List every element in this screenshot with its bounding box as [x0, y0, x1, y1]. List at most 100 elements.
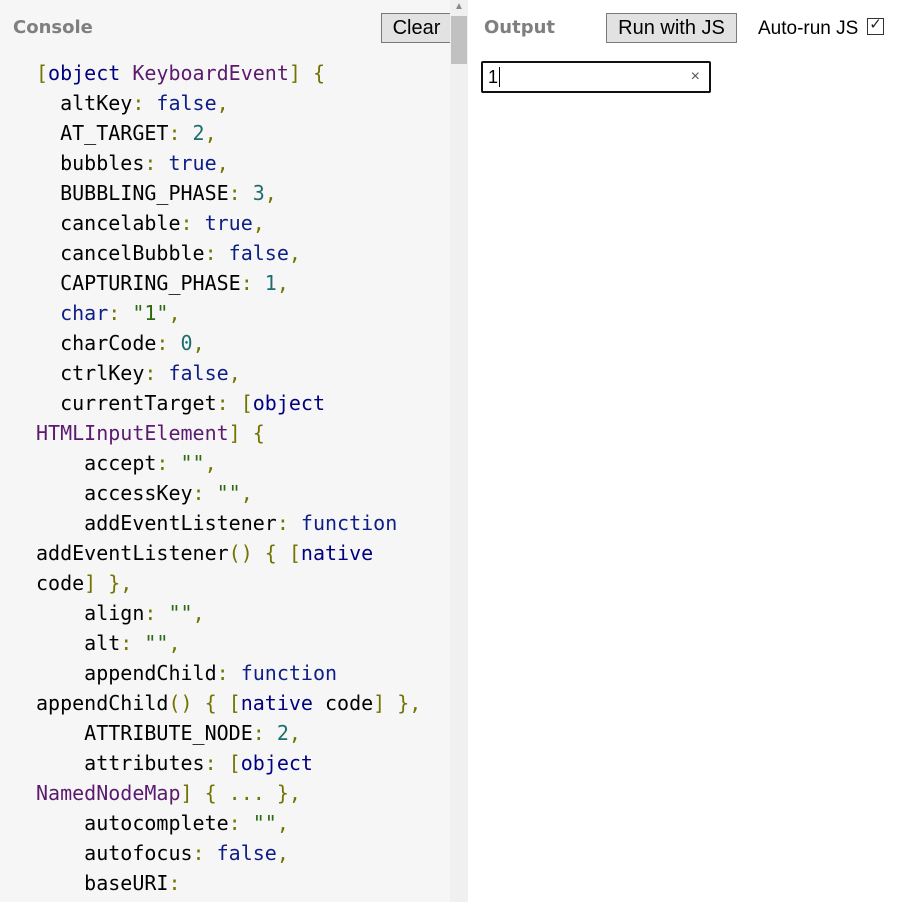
console-token: : — [168, 121, 193, 145]
console-title: Console — [13, 17, 93, 38]
scroll-thumb[interactable] — [451, 16, 467, 64]
console-line: addEventListener: function — [36, 511, 397, 535]
scroll-up-arrow-icon[interactable]: ▲ — [453, 2, 465, 12]
console-token: addEventListener — [36, 541, 229, 565]
console-token: code — [312, 691, 374, 715]
console-token: 2 — [192, 121, 205, 145]
console-line: charCode: 0, — [36, 331, 205, 355]
console-token: appendChild — [36, 691, 169, 715]
console-line: alt: "", — [36, 631, 181, 655]
console-scrollbar[interactable]: ▲ — [450, 0, 468, 902]
console-token: "" — [168, 601, 193, 625]
output-title: Output — [484, 17, 556, 38]
console-token: : — [156, 451, 181, 475]
console-token: function — [300, 511, 398, 535]
text-caret — [499, 67, 501, 87]
console-token: "" — [216, 481, 241, 505]
console-token: : — [192, 481, 217, 505]
console-line: cancelBubble: false, — [36, 241, 301, 265]
console-token: currentTarget — [36, 391, 217, 415]
console-token: 0 — [180, 331, 193, 355]
console-token: 1 — [264, 271, 277, 295]
console-token: : — [240, 271, 265, 295]
autorun-checkbox[interactable]: ✓ — [867, 16, 884, 35]
console-token: "" — [144, 631, 169, 655]
console-token: true — [168, 151, 217, 175]
console-token: , — [228, 361, 241, 385]
console-line: char: "1", — [36, 301, 181, 325]
console-output[interactable]: [object KeyboardEvent] { altKey: false, … — [36, 58, 421, 898]
console-token: : — [168, 871, 181, 895]
console-token: () { [ — [168, 691, 241, 715]
console-token: , — [204, 121, 217, 145]
console-token: object — [252, 391, 325, 415]
console-token: , — [216, 151, 229, 175]
console-token: 3 — [252, 181, 265, 205]
console-token: AT_TARGET — [36, 121, 169, 145]
console-token: cancelBubble — [36, 241, 205, 265]
console-token: , — [276, 271, 289, 295]
console-token: char — [36, 301, 109, 325]
console-token: code — [36, 571, 85, 595]
console-token: : — [132, 91, 157, 115]
console-token: false — [168, 361, 229, 385]
console-token: : — [156, 331, 181, 355]
input-value[interactable]: 1 — [488, 66, 501, 88]
console-token: , — [276, 841, 289, 865]
console-line: [object KeyboardEvent] { — [36, 61, 325, 85]
console-token: addEventListener — [36, 511, 277, 535]
console-line: accessKey: "", — [36, 481, 253, 505]
console-line: NamedNodeMap] { ... }, — [36, 781, 301, 805]
console-token: function — [240, 661, 338, 685]
console-token: , — [168, 631, 181, 655]
console-token: true — [204, 211, 253, 235]
console-token: , — [168, 301, 181, 325]
console-token: object — [48, 61, 121, 85]
console-line: addEventListener() { [native — [36, 541, 373, 565]
console-token: ] { — [288, 61, 326, 85]
console-panel[interactable]: Console [object KeyboardEvent] { altKey:… — [0, 0, 450, 902]
console-token: object — [240, 751, 313, 775]
console-token: align — [36, 601, 145, 625]
console-token: , — [192, 331, 205, 355]
checkmark-icon: ✓ — [869, 16, 882, 33]
console-token: autofocus — [36, 841, 193, 865]
console-token: attributes — [36, 751, 205, 775]
console-token: ] { ... }, — [180, 781, 301, 805]
console-line: BUBBLING_PHASE: 3, — [36, 181, 277, 205]
output-text-input[interactable]: 1 × — [481, 61, 711, 93]
console-token: , — [288, 721, 301, 745]
console-token: : — [108, 301, 133, 325]
console-token: : — [192, 841, 217, 865]
console-token: HTMLInputElement — [36, 421, 229, 445]
console-line: HTMLInputElement] { — [36, 421, 265, 445]
clear-button[interactable]: Clear — [381, 13, 452, 43]
autorun-label[interactable]: Auto-run JS — [758, 18, 858, 40]
console-token: : — [228, 181, 253, 205]
console-token: native — [240, 691, 313, 715]
close-icon[interactable]: × — [691, 67, 700, 87]
console-token: altKey — [36, 91, 133, 115]
console-token: "1" — [132, 301, 169, 325]
console-token: false — [216, 841, 277, 865]
console-token: "" — [180, 451, 205, 475]
console-token: false — [156, 91, 217, 115]
console-line: bubbles: true, — [36, 151, 229, 175]
console-token: () { [ — [228, 541, 301, 565]
console-token: charCode — [36, 331, 157, 355]
console-line: AT_TARGET: 2, — [36, 121, 217, 145]
console-token: : — [204, 241, 229, 265]
console-token: : — [144, 151, 169, 175]
console-line: altKey: false, — [36, 91, 229, 115]
run-with-js-button[interactable]: Run with JS — [606, 13, 737, 43]
console-token: accessKey — [36, 481, 193, 505]
console-token: : [ — [204, 751, 241, 775]
console-token: ctrlKey — [36, 361, 145, 385]
console-token: , — [192, 601, 205, 625]
console-line: code] }, — [36, 571, 132, 595]
console-token: ] }, — [373, 691, 422, 715]
console-line: ctrlKey: false, — [36, 361, 241, 385]
console-token: , — [216, 91, 229, 115]
console-token: , — [204, 451, 217, 475]
console-token: , — [264, 181, 277, 205]
